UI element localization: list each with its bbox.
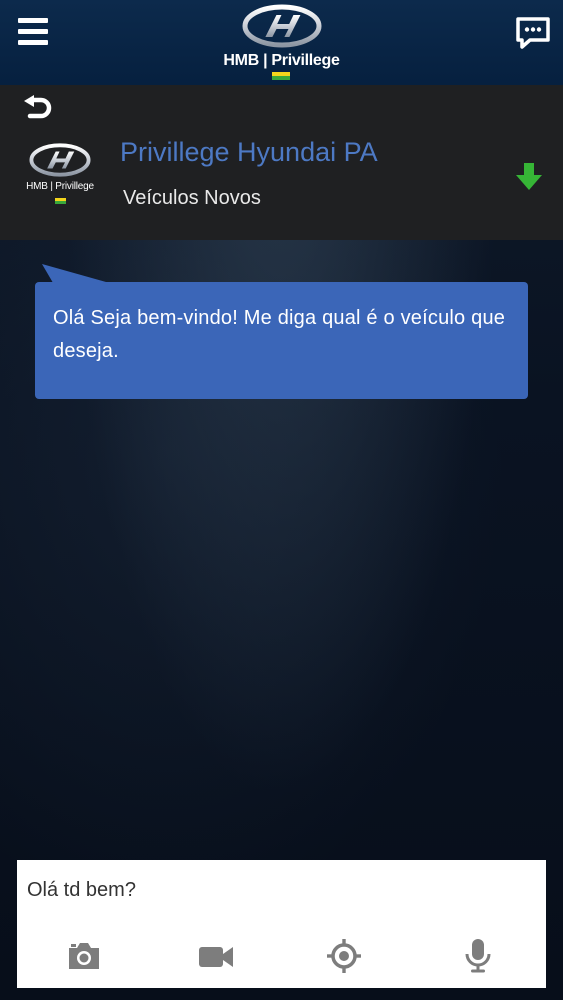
undo-arrow-icon bbox=[24, 95, 52, 119]
arrow-down-icon bbox=[516, 163, 542, 190]
microphone-icon bbox=[465, 939, 491, 973]
chat-bubble-icon bbox=[516, 17, 550, 49]
hyundai-logo-icon bbox=[29, 143, 91, 177]
location-target-icon bbox=[327, 939, 361, 973]
back-button[interactable] bbox=[22, 95, 52, 121]
microphone-button[interactable] bbox=[460, 938, 496, 974]
brazil-flag-icon bbox=[272, 72, 290, 80]
brand-logo: HMB | Privillege bbox=[190, 4, 373, 82]
app-screen: HMB | Privillege HMB | Privillege Privil… bbox=[0, 0, 563, 1000]
top-bar: HMB | Privillege bbox=[0, 0, 563, 85]
camera-icon bbox=[69, 943, 99, 969]
menu-button[interactable] bbox=[18, 18, 48, 46]
brazil-flag-icon bbox=[55, 198, 66, 204]
video-camera-icon bbox=[199, 947, 233, 967]
dealer-name: Privillege Hyundai PA bbox=[120, 137, 378, 167]
dealer-logo-text: HMB | Privillege bbox=[26, 181, 94, 192]
bot-message-bubble: Olá Seja bem-vindo! Me diga qual é o veí… bbox=[35, 282, 528, 399]
camera-button[interactable] bbox=[66, 938, 102, 974]
video-button[interactable] bbox=[198, 938, 234, 974]
download-button[interactable] bbox=[514, 162, 544, 192]
dealer-header: HMB | Privillege Privillege Hyundai PA V… bbox=[0, 85, 563, 240]
hamburger-menu-icon bbox=[18, 18, 48, 46]
hyundai-logo-icon bbox=[242, 4, 322, 48]
chat-button[interactable] bbox=[515, 16, 551, 50]
location-button[interactable] bbox=[326, 938, 362, 974]
message-input[interactable] bbox=[27, 874, 532, 906]
dealer-logo: HMB | Privillege bbox=[22, 143, 98, 207]
brand-text: HMB | Privillege bbox=[223, 52, 340, 69]
dealer-category: Veículos Novos bbox=[123, 187, 261, 209]
bot-message-text: Olá Seja bem-vindo! Me diga qual é o veí… bbox=[53, 307, 506, 362]
message-composer bbox=[17, 860, 546, 988]
